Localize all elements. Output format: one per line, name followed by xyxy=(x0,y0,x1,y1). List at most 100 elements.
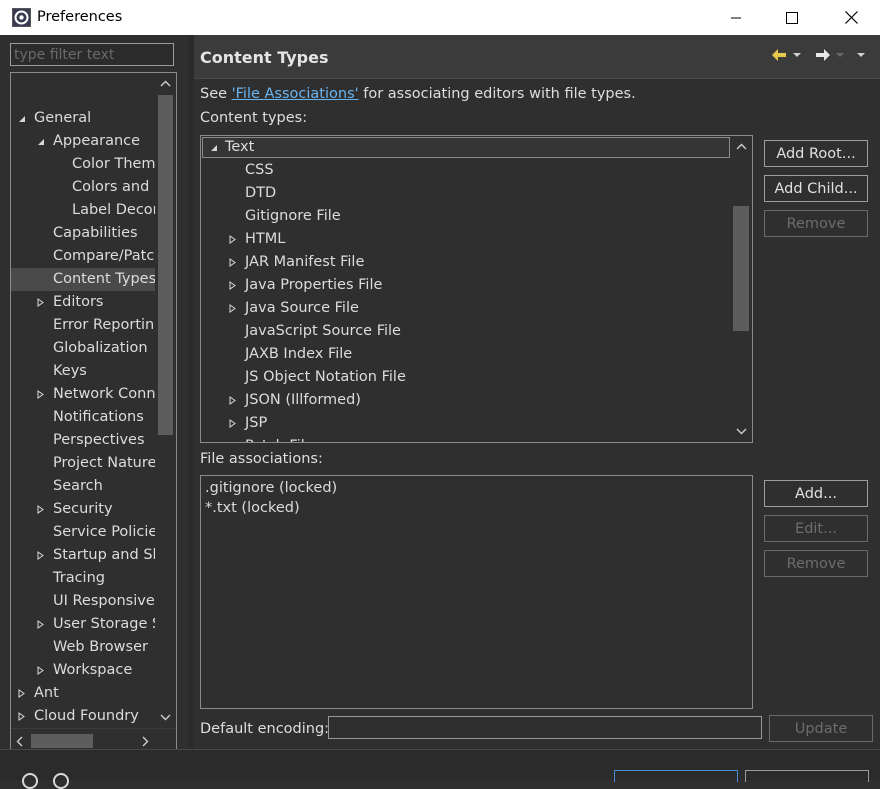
scroll-down-arrow-icon[interactable] xyxy=(158,710,173,724)
tree-item[interactable]: Compare/Patch xyxy=(11,245,155,268)
collapsed-arrow-icon[interactable] xyxy=(226,297,238,320)
scroll-left-arrow-icon[interactable] xyxy=(13,734,25,748)
default-encoding-input[interactable] xyxy=(329,717,761,738)
preferences-tree-items: General Appearance Color Theme Colors and F… xyxy=(11,73,155,728)
add-root-button[interactable]: Add Root... xyxy=(764,140,868,167)
tree-vertical-scrollbar[interactable] xyxy=(156,73,175,727)
content-type-item[interactable]: Text xyxy=(201,136,729,159)
content-type-item[interactable]: JSP xyxy=(201,412,729,435)
tree-item-label: Globalization xyxy=(53,340,148,356)
collapsed-arrow-icon[interactable] xyxy=(226,228,238,251)
back-dropdown-icon[interactable] xyxy=(791,51,803,59)
collapsed-arrow-icon[interactable] xyxy=(34,498,46,521)
tree-item-label: Project Natures xyxy=(53,455,155,471)
apply-and-close-button[interactable] xyxy=(614,770,738,782)
tree-item[interactable]: UI Responsiven xyxy=(11,590,155,613)
collapsed-arrow-icon[interactable] xyxy=(34,613,46,636)
tree-hscroll-thumb[interactable] xyxy=(31,734,93,748)
tree-item[interactable]: Color Theme xyxy=(11,153,155,176)
tree-scroll-thumb[interactable] xyxy=(158,95,173,435)
scroll-up-arrow-icon[interactable] xyxy=(733,139,749,153)
scroll-down-arrow-icon[interactable] xyxy=(733,424,749,438)
collapsed-arrow-icon[interactable] xyxy=(226,251,238,274)
file-association-item[interactable]: *.txt (locked) xyxy=(205,498,300,518)
content-type-item[interactable]: JAXB Index File xyxy=(201,343,729,366)
edit-association-button[interactable]: Edit... xyxy=(764,515,868,542)
close-button[interactable] xyxy=(828,0,874,35)
tree-item[interactable]: Cloud Foundry xyxy=(11,705,155,728)
forward-dropdown-icon[interactable] xyxy=(834,51,846,59)
content-type-item[interactable]: Gitignore File xyxy=(201,205,729,228)
tree-item[interactable]: General xyxy=(11,107,155,130)
collapsed-arrow-icon[interactable] xyxy=(15,705,27,728)
content-type-item[interactable]: Java Properties File xyxy=(201,274,729,297)
minimize-button[interactable] xyxy=(713,0,759,35)
scroll-right-arrow-icon[interactable] xyxy=(139,734,151,748)
tree-item[interactable]: Colors and F xyxy=(11,176,155,199)
tree-item[interactable]: Project Natures xyxy=(11,452,155,475)
tree-item-label: Keys xyxy=(53,363,87,379)
tree-item[interactable]: Appearance xyxy=(11,130,155,153)
tree-item[interactable]: Error Reporting xyxy=(11,314,155,337)
tree-item[interactable]: Web Browser xyxy=(11,636,155,659)
tree-item[interactable]: Tracing xyxy=(11,567,155,590)
content-type-item[interactable]: Patch File xyxy=(201,435,729,442)
content-type-item[interactable]: HTML xyxy=(201,228,729,251)
expanded-arrow-icon[interactable] xyxy=(207,136,219,159)
forward-button[interactable] xyxy=(815,45,846,65)
help-icon[interactable] xyxy=(22,773,38,789)
expanded-arrow-icon[interactable] xyxy=(15,107,27,130)
tree-item[interactable]: Label Decora xyxy=(11,199,155,222)
collapsed-arrow-icon[interactable] xyxy=(34,383,46,406)
remove-content-type-button[interactable]: Remove xyxy=(764,210,868,237)
collapsed-arrow-icon[interactable] xyxy=(226,412,238,435)
collapsed-arrow-icon[interactable] xyxy=(34,291,46,314)
cancel-button[interactable] xyxy=(745,770,869,782)
file-association-item[interactable]: .gitignore (locked) xyxy=(205,478,337,498)
tree-item[interactable]: Service Policies xyxy=(11,521,155,544)
tree-item[interactable]: Content Types xyxy=(11,268,155,291)
tree-item[interactable]: Capabilities xyxy=(11,222,155,245)
update-button[interactable]: Update xyxy=(769,715,873,742)
tree-item[interactable]: Globalization xyxy=(11,337,155,360)
tree-item[interactable]: Startup and Sh xyxy=(11,544,155,567)
collapsed-arrow-icon[interactable] xyxy=(226,274,238,297)
tree-item[interactable]: Perspectives xyxy=(11,429,155,452)
content-type-item[interactable]: JSON (Illformed) xyxy=(201,389,729,412)
tree-item[interactable]: Notifications xyxy=(11,406,155,429)
file-associations-link[interactable]: 'File Associations' xyxy=(232,86,359,102)
content-types-scroll-thumb[interactable] xyxy=(733,206,749,331)
tree-item[interactable]: Security xyxy=(11,498,155,521)
collapsed-arrow-icon[interactable] xyxy=(34,544,46,567)
content-type-label: DTD xyxy=(245,185,277,201)
remove-association-button[interactable]: Remove xyxy=(764,550,868,577)
expanded-arrow-icon[interactable] xyxy=(34,130,46,153)
add-association-button[interactable]: Add... xyxy=(764,480,868,507)
content-type-item[interactable]: DTD xyxy=(201,182,729,205)
content-type-item[interactable]: JS Object Notation File xyxy=(201,366,729,389)
tree-item[interactable]: Ant xyxy=(11,682,155,705)
add-child-button[interactable]: Add Child... xyxy=(764,175,868,202)
default-encoding-field[interactable] xyxy=(328,716,762,739)
view-menu-button[interactable] xyxy=(855,45,867,65)
tree-item[interactable]: User Storage Se xyxy=(11,613,155,636)
collapsed-arrow-icon[interactable] xyxy=(15,682,27,705)
filter-field[interactable] xyxy=(10,43,174,66)
collapsed-arrow-icon[interactable] xyxy=(34,659,46,682)
scroll-up-arrow-icon[interactable] xyxy=(158,76,173,90)
import-icon[interactable] xyxy=(53,773,69,789)
tree-item[interactable]: Editors xyxy=(11,291,155,314)
back-button[interactable] xyxy=(772,45,803,65)
content-type-item[interactable]: CSS xyxy=(201,159,729,182)
content-type-item[interactable]: Java Source File xyxy=(201,297,729,320)
collapsed-arrow-icon[interactable] xyxy=(226,389,238,412)
content-types-scrollbar[interactable] xyxy=(731,136,751,442)
content-type-item[interactable]: JavaScript Source File xyxy=(201,320,729,343)
maximize-button[interactable] xyxy=(769,0,815,35)
tree-item[interactable]: Network Conne xyxy=(11,383,155,406)
tree-item[interactable]: Search xyxy=(11,475,155,498)
tree-item[interactable]: Keys xyxy=(11,360,155,383)
tree-item[interactable]: Workspace xyxy=(11,659,155,682)
filter-input[interactable] xyxy=(11,44,173,65)
content-type-item[interactable]: JAR Manifest File xyxy=(201,251,729,274)
